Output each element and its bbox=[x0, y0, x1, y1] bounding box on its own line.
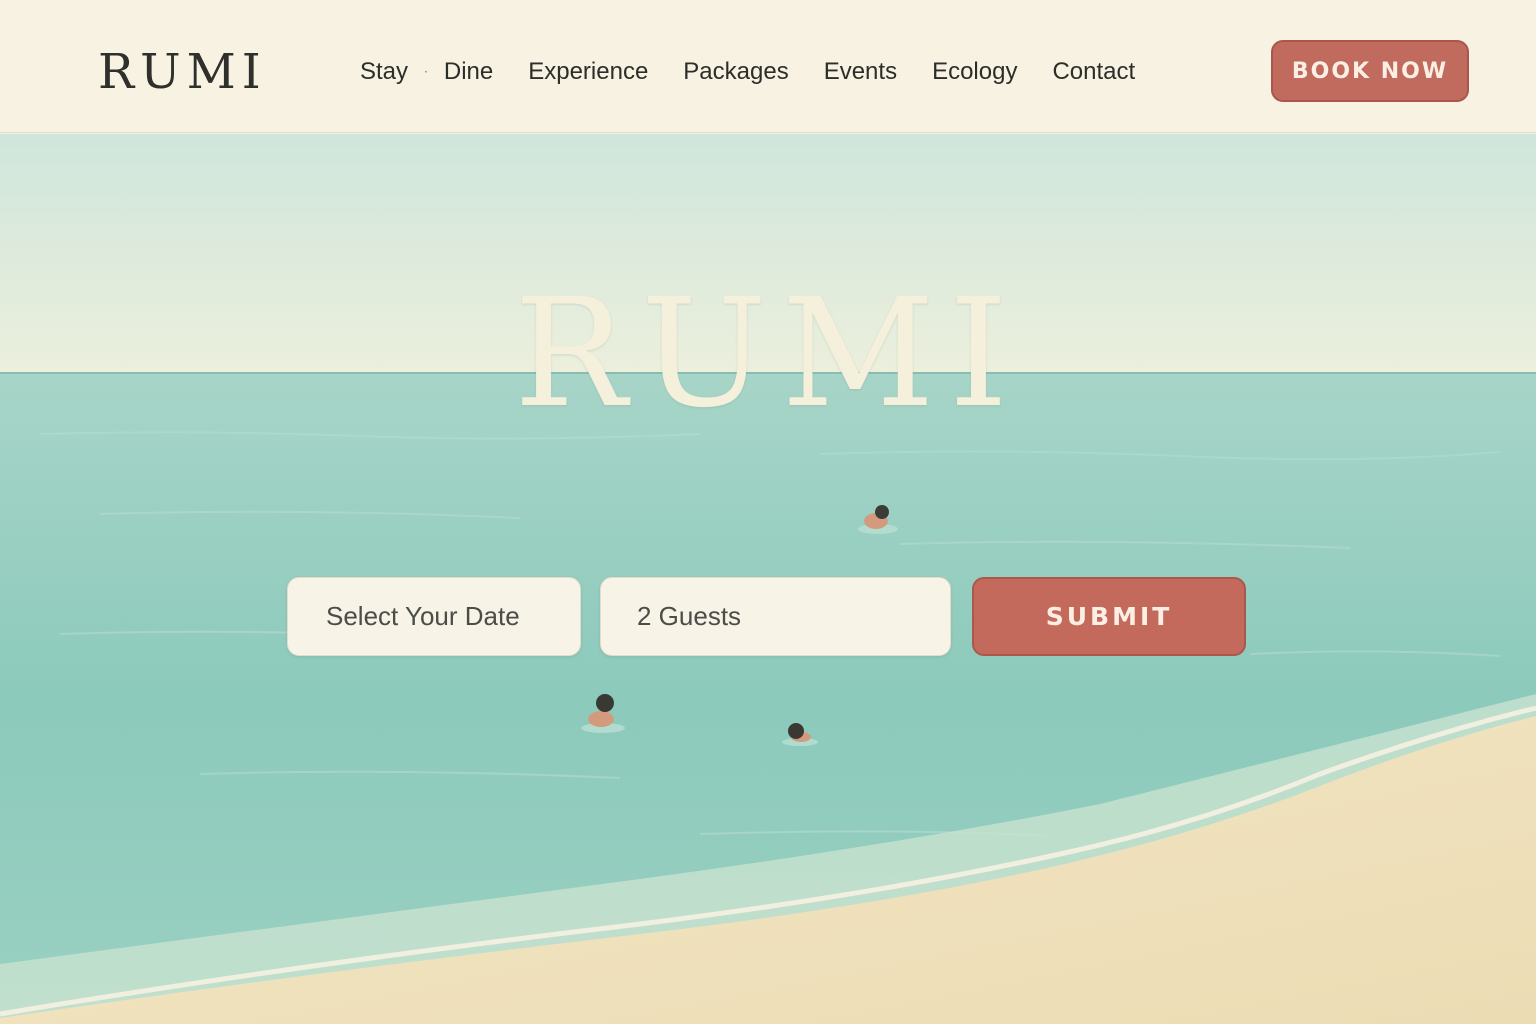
nav-item-experience[interactable]: Experience bbox=[528, 58, 648, 86]
hero-title: RUMI bbox=[513, 267, 1023, 441]
main-nav: Stay · Dine Experience Packages Events E… bbox=[360, 52, 1135, 92]
nav-item-dine[interactable]: Dine bbox=[444, 58, 493, 86]
date-field[interactable]: Select Your Date bbox=[287, 577, 581, 656]
book-now-button[interactable]: BOOK NOW bbox=[1271, 40, 1469, 102]
nav-item-contact[interactable]: Contact bbox=[1052, 58, 1135, 86]
nav-item-packages[interactable]: Packages bbox=[683, 58, 788, 86]
site-header: RUMI Stay · Dine Experience Packages Eve… bbox=[0, 0, 1536, 133]
logo[interactable]: RUMI bbox=[98, 44, 267, 100]
nav-item-stay[interactable]: Stay bbox=[360, 58, 408, 86]
nav-item-ecology[interactable]: Ecology bbox=[932, 58, 1017, 86]
nav-item-events[interactable]: Events bbox=[824, 58, 897, 86]
hero-section: RUMI Select Your Date 2 Guests SUBMIT bbox=[0, 134, 1536, 1024]
submit-button[interactable]: SUBMIT bbox=[972, 577, 1246, 656]
nav-separator: · bbox=[424, 65, 428, 79]
guests-field[interactable]: 2 Guests bbox=[600, 577, 951, 656]
